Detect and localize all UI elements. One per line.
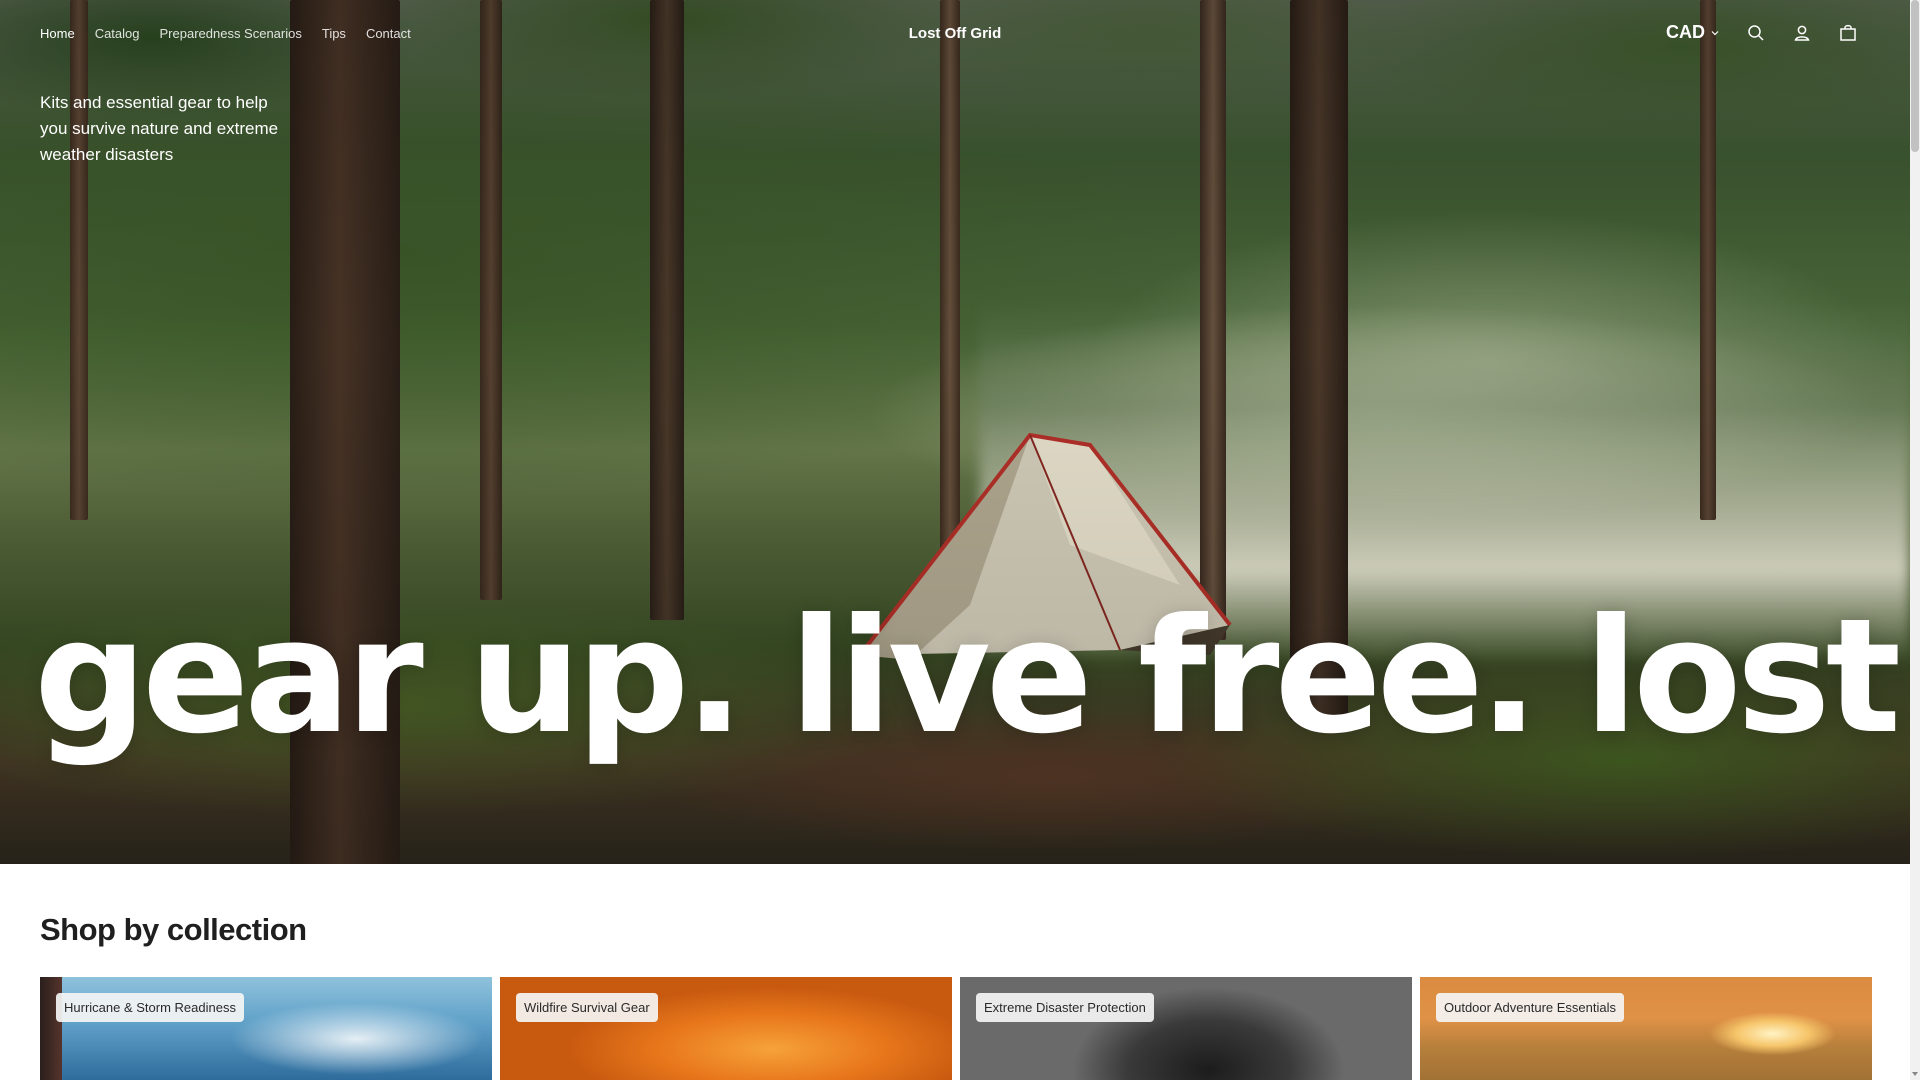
nav-item-tips[interactable]: Tips — [322, 26, 346, 41]
collection-label: Wildfire Survival Gear — [516, 993, 658, 1022]
nav-item-preparedness-scenarios[interactable]: Preparedness Scenarios — [160, 26, 302, 41]
main-nav: Home Catalog Preparedness Scenarios Tips… — [40, 26, 431, 41]
scroll-down-icon[interactable] — [1912, 1072, 1918, 1078]
page-scrollbar[interactable] — [1910, 0, 1920, 1080]
hero-headline: gear up. live free. lost off grid. — [34, 585, 1910, 769]
chevron-down-icon — [1711, 30, 1719, 35]
currency-selector[interactable]: CAD — [1666, 22, 1720, 43]
collection-card-wildfire[interactable]: Wildfire Survival Gear — [500, 977, 952, 1080]
hero-tagline: Kits and essential gear to help you surv… — [40, 93, 279, 164]
brand-logo[interactable]: Lost Off Grid — [909, 25, 1002, 42]
nav-item-contact[interactable]: Contact — [366, 26, 411, 41]
header-actions: CAD — [1666, 22, 1858, 43]
account-icon[interactable] — [1792, 23, 1812, 43]
collection-cards: Hurricane & Storm Readiness Wildfire Sur… — [40, 977, 1872, 1080]
collections-title: Shop by collection — [40, 912, 307, 947]
cart-icon[interactable] — [1838, 23, 1858, 43]
scrollbar-thumb[interactable] — [1911, 0, 1919, 152]
collection-label: Hurricane & Storm Readiness — [56, 993, 244, 1022]
collection-card-extreme-disaster[interactable]: Extreme Disaster Protection — [960, 977, 1412, 1080]
collection-card-outdoor-adventure[interactable]: Outdoor Adventure Essentials — [1420, 977, 1872, 1080]
nav-item-home[interactable]: Home — [40, 26, 75, 41]
currency-label: CAD — [1666, 22, 1705, 42]
collection-card-hurricane[interactable]: Hurricane & Storm Readiness — [40, 977, 492, 1080]
collection-label: Outdoor Adventure Essentials — [1436, 993, 1624, 1022]
hero-banner: Kits and essential gear to help you surv… — [0, 0, 1910, 864]
search-icon[interactable] — [1746, 23, 1766, 43]
nav-item-catalog[interactable]: Catalog — [95, 26, 140, 41]
site-header: Home Catalog Preparedness Scenarios Tips… — [0, 0, 1910, 72]
collection-label: Extreme Disaster Protection — [976, 993, 1154, 1022]
